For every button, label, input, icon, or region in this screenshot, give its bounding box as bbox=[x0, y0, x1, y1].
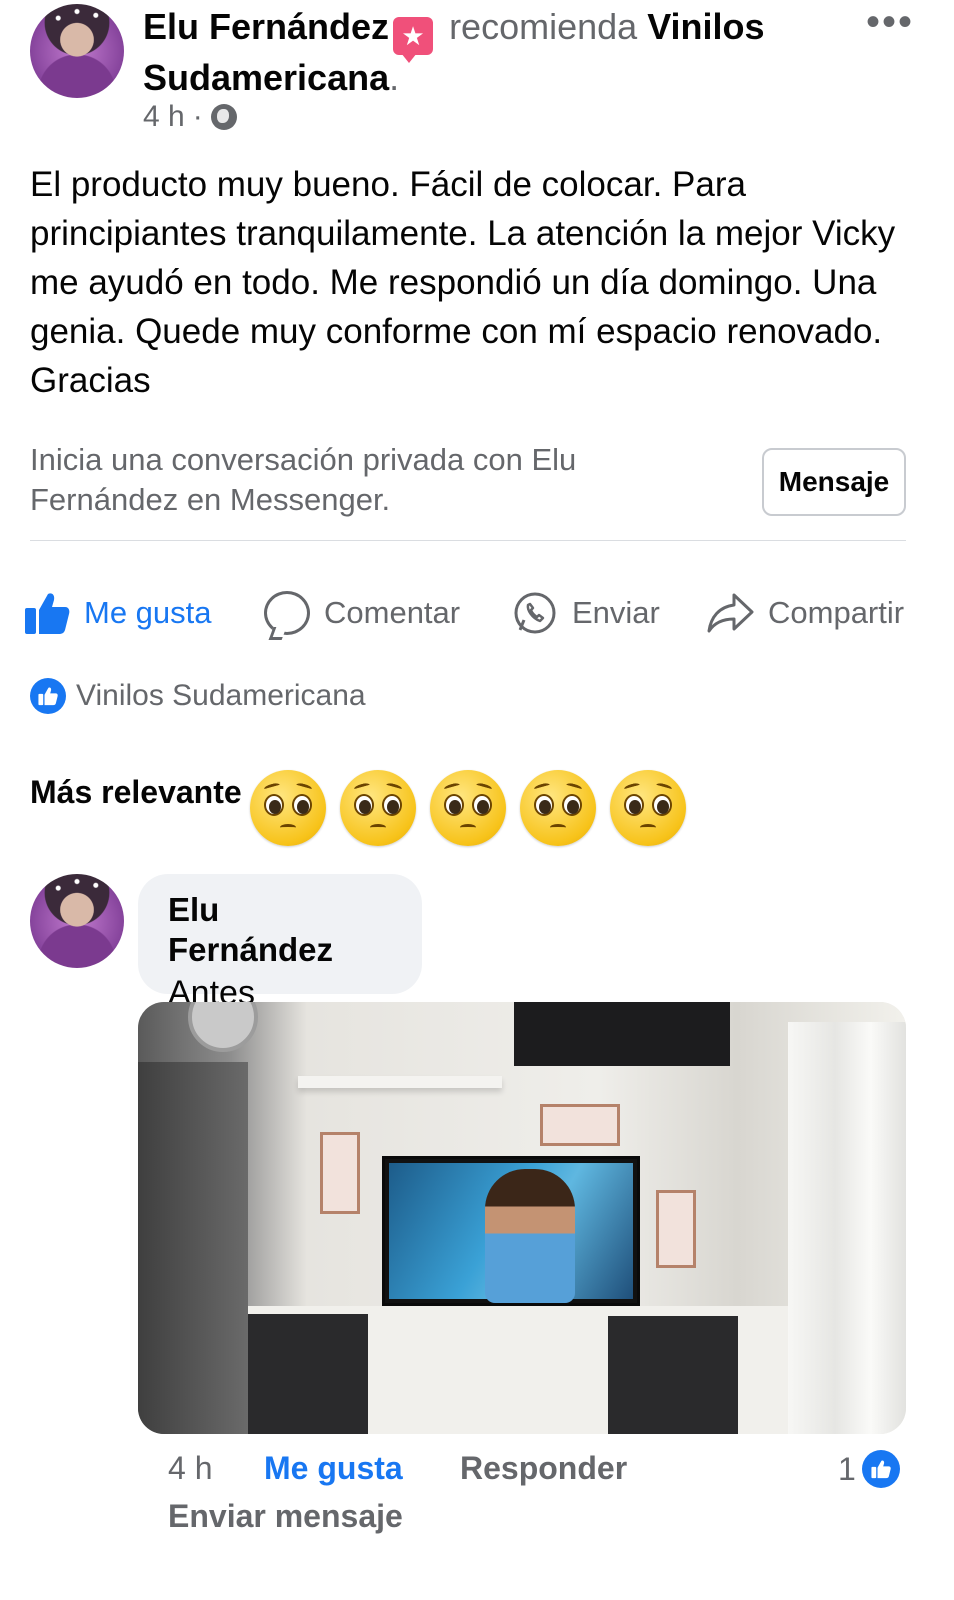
messenger-prompt: Inicia una conversación privada con Elu … bbox=[30, 442, 577, 517]
pleading-face-emoji bbox=[610, 770, 686, 846]
more-options-icon[interactable]: ••• bbox=[866, 0, 914, 45]
reaction-summary[interactable]: Vinilos Sudamericana bbox=[30, 678, 366, 714]
liked-by-text: Vinilos Sudamericana bbox=[76, 679, 366, 712]
post-body-text: El producto muy bueno. Fácil de colocar.… bbox=[30, 165, 896, 400]
comment-button[interactable]: Comentar bbox=[264, 585, 460, 641]
comment-reaction-number: 1 bbox=[838, 1450, 856, 1487]
message-button[interactable]: Mensaje bbox=[762, 448, 906, 516]
header-period: . bbox=[389, 57, 400, 98]
comment-icon bbox=[264, 591, 310, 635]
pleading-face-emoji bbox=[520, 770, 596, 846]
share-icon bbox=[707, 593, 754, 633]
pleading-face-emoji bbox=[340, 770, 416, 846]
comment-bubble: Elu Fernández Antes bbox=[138, 874, 422, 1012]
page-name-line1[interactable]: Vinilos bbox=[647, 6, 764, 47]
like-reaction-icon bbox=[30, 678, 66, 714]
recommend-verb: recomienda bbox=[449, 6, 638, 47]
comment-like-button[interactable]: Me gusta bbox=[264, 1450, 460, 1487]
comment-reaction-count[interactable]: 1 bbox=[838, 1450, 900, 1488]
comment-label: Comentar bbox=[324, 595, 461, 630]
pleading-face-emoji bbox=[250, 770, 326, 846]
post-header: Elu Fernández ★ recomienda Vinilos Sudame… bbox=[143, 4, 833, 100]
post-avatar[interactable] bbox=[30, 4, 124, 98]
recommend-star-icon: ★ bbox=[393, 17, 434, 63]
like-button[interactable]: Me gusta bbox=[24, 585, 212, 641]
thumbs-up-icon bbox=[25, 593, 70, 634]
page-name-line2[interactable]: Sudamericana bbox=[143, 57, 389, 98]
like-reaction-icon bbox=[861, 1450, 900, 1488]
meta-separator: · bbox=[192, 100, 203, 133]
post-meta: 4 h · bbox=[143, 100, 237, 134]
divider bbox=[30, 540, 906, 541]
like-label: Me gusta bbox=[84, 595, 212, 630]
send-label: Enviar bbox=[572, 595, 660, 630]
globe-icon bbox=[210, 104, 237, 130]
post-time[interactable]: 4 h bbox=[143, 100, 185, 134]
send-whatsapp-button[interactable]: Enviar bbox=[512, 585, 660, 641]
comment-photo[interactable] bbox=[138, 1002, 906, 1434]
comment-sort-selector[interactable]: Más relevante bbox=[30, 774, 242, 811]
emoji-overlay bbox=[250, 770, 686, 846]
whatsapp-icon bbox=[514, 592, 556, 634]
comment-actions: 4 h Me gusta Responder bbox=[168, 1450, 627, 1487]
share-button[interactable]: Compartir bbox=[706, 585, 904, 641]
pleading-face-emoji bbox=[430, 770, 506, 846]
comment-author[interactable]: Elu Fernández bbox=[168, 890, 392, 970]
author-name[interactable]: Elu Fernández bbox=[143, 6, 389, 47]
send-message-button[interactable]: Enviar mensaje bbox=[168, 1498, 403, 1535]
comment-time[interactable]: 4 h bbox=[168, 1450, 264, 1487]
comment-reply-button[interactable]: Responder bbox=[460, 1450, 627, 1487]
share-label: Compartir bbox=[768, 595, 905, 630]
comment-avatar[interactable] bbox=[30, 874, 124, 968]
